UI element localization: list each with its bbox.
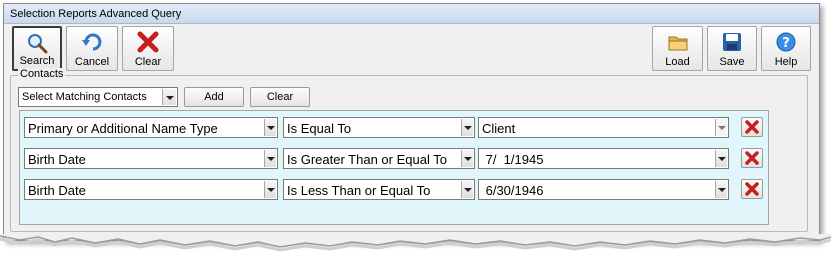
criteria-operator-select[interactable]: Is Less Than or Equal To (283, 179, 475, 200)
clear-button[interactable]: Clear (122, 26, 174, 71)
chevron-down-icon[interactable] (162, 89, 176, 105)
criteria-field-select[interactable]: Primary or Additional Name Type (24, 117, 278, 138)
chevron-down-icon[interactable] (715, 181, 727, 198)
cancel-button[interactable]: Cancel (66, 26, 118, 71)
load-button[interactable]: Load (652, 26, 703, 71)
chevron-down-icon[interactable] (264, 181, 276, 198)
criteria-operator-value: Is Greater Than or Equal To (287, 152, 447, 167)
chevron-down-icon[interactable] (461, 181, 473, 198)
criteria-field-value: Primary or Additional Name Type (28, 121, 218, 136)
match-contacts-select[interactable]: Select Matching Contacts (18, 87, 178, 107)
clear-criteria-button[interactable]: Clear (250, 87, 310, 107)
criteria-operator-value: Is Equal To (287, 121, 352, 136)
criteria-field-value: Birth Date (28, 183, 86, 198)
save-button-label: Save (719, 56, 745, 68)
search-button[interactable]: Search (12, 26, 62, 71)
criteria-operator-select[interactable]: Is Equal To (283, 117, 475, 138)
contacts-group-label: Contacts (18, 68, 66, 80)
help-question-icon: ? (776, 32, 796, 52)
chevron-down-icon[interactable] (461, 150, 473, 167)
red-x-icon (745, 151, 759, 165)
delete-criteria-button[interactable] (741, 179, 763, 199)
chevron-down-icon[interactable] (264, 119, 276, 136)
load-button-label: Load (665, 56, 690, 68)
cancel-button-label: Cancel (74, 56, 110, 68)
save-button[interactable]: Save (707, 26, 757, 71)
criteria-value-select[interactable]: 6/30/1946 (478, 179, 729, 200)
torn-edge-decoration (0, 234, 831, 252)
clear-button-label: Clear (134, 56, 162, 68)
criteria-operator-select[interactable]: Is Greater Than or Equal To (283, 148, 475, 169)
chevron-down-icon[interactable] (461, 119, 473, 136)
floppy-disk-icon (723, 33, 741, 51)
match-contacts-value: Select Matching Contacts (22, 91, 147, 103)
criteria-value-select[interactable]: 7/ 1/1945 (478, 148, 729, 169)
criteria-operator-value: Is Less Than or Equal To (287, 183, 431, 198)
criteria-value: Client (482, 121, 516, 136)
criteria-field-select[interactable]: Birth Date (24, 148, 278, 169)
folder-icon (668, 36, 687, 51)
search-button-label: Search (19, 55, 55, 67)
svg-text:?: ? (782, 36, 790, 51)
criteria-value: 7/ 1/1945 (482, 152, 544, 167)
red-x-icon (137, 31, 159, 53)
add-criteria-button[interactable]: Add (184, 87, 244, 107)
undo-arrow-icon (82, 33, 102, 51)
chevron-down-icon[interactable] (264, 150, 276, 167)
delete-criteria-button[interactable] (741, 148, 763, 168)
chevron-down-icon[interactable] (715, 150, 727, 167)
criteria-value: 6/30/1946 (482, 183, 544, 198)
chevron-down-icon[interactable] (715, 119, 727, 136)
criteria-field-value: Birth Date (28, 152, 86, 167)
red-x-icon (745, 182, 759, 196)
criteria-field-select[interactable]: Birth Date (24, 179, 278, 200)
help-button-label: Help (774, 56, 798, 68)
red-x-icon (745, 120, 759, 134)
criteria-value-select[interactable]: Client (478, 117, 729, 138)
window-title: Selection Reports Advanced Query (4, 4, 819, 24)
help-button[interactable]: ? Help (761, 26, 811, 71)
delete-criteria-button[interactable] (741, 117, 763, 137)
search-icon (28, 34, 48, 54)
